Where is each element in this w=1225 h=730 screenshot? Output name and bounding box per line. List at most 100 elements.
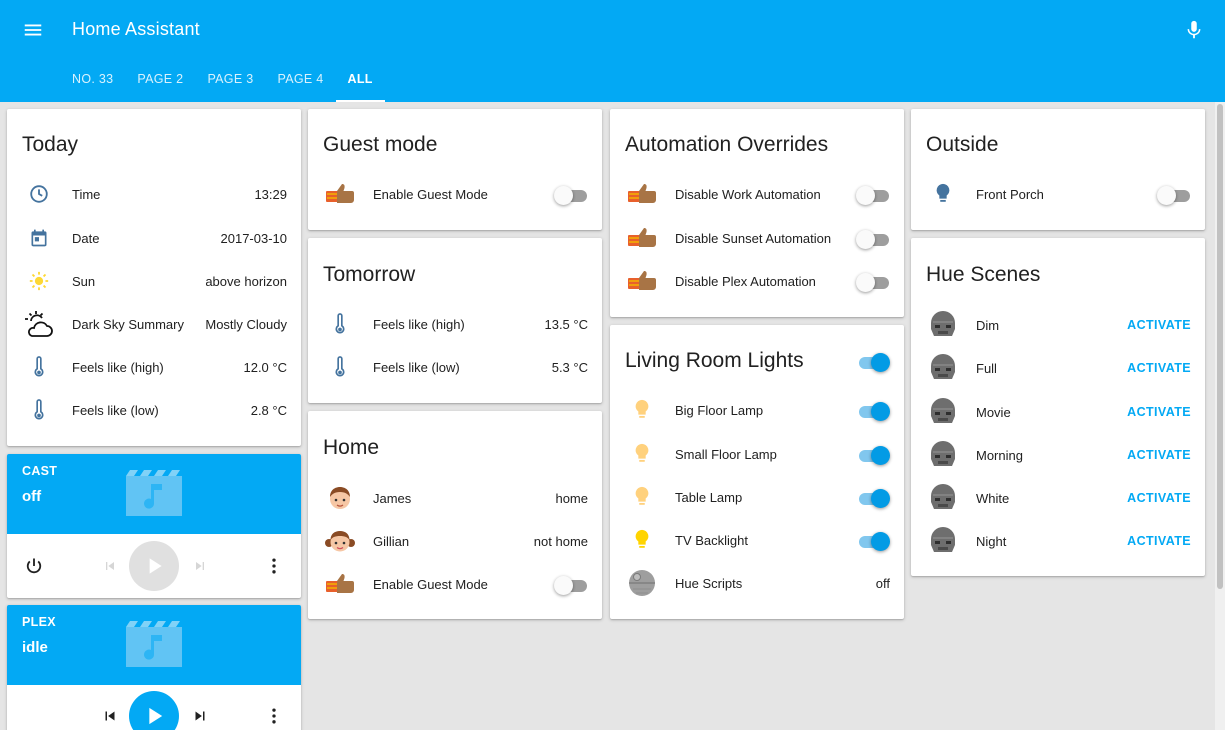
calendar-icon (22, 221, 56, 255)
tab-page-2[interactable]: PAGE 2 (125, 66, 195, 102)
entity-name: Enable Guest Mode (373, 576, 488, 592)
lightbulb-icon (625, 437, 659, 471)
work-automation-toggle[interactable] (856, 184, 890, 205)
entity-name: Disable Plex Automation (675, 273, 816, 289)
card-title: Outside (926, 133, 999, 156)
activate-button[interactable]: ACTIVATE (1127, 361, 1191, 375)
entity-state: above horizon (205, 273, 287, 289)
clock-icon (22, 177, 56, 211)
thumbs-up-icon (323, 177, 357, 211)
entity-state: 12.0 °C (243, 359, 287, 375)
activate-button[interactable]: ACTIVATE (1127, 405, 1191, 419)
menu-icon[interactable] (22, 19, 44, 41)
more-options-icon[interactable] (263, 704, 285, 728)
entity-state: 2.8 °C (250, 402, 287, 418)
plex-automation-toggle[interactable] (856, 271, 890, 292)
thermometer-icon (323, 350, 357, 384)
entity-name: Feels like (low) (72, 402, 159, 418)
entity-row-feels-high[interactable]: Feels like (high) 12.0 °C (7, 347, 301, 387)
entity-row-date[interactable]: Date 2017-03-10 (7, 218, 301, 258)
entity-name: Feels like (high) (72, 359, 164, 375)
tab-page-3[interactable]: PAGE 3 (195, 66, 265, 102)
home-card: Home James home Gillian not home Enable … (308, 411, 602, 619)
entity-row-feels-low[interactable]: Feels like (low) 2.8 °C (7, 390, 301, 430)
entity-row-james[interactable]: James home (308, 478, 602, 518)
previous-track-icon[interactable] (99, 704, 121, 728)
entity-row-front-porch[interactable]: Front Porch (911, 174, 1205, 214)
big-floor-lamp-toggle[interactable] (856, 400, 890, 421)
entity-row-gillian[interactable]: Gillian not home (308, 521, 602, 561)
helmet-icon (926, 395, 960, 429)
more-options-icon[interactable] (263, 554, 285, 578)
play-button[interactable] (129, 541, 179, 591)
thumbs-up-icon (625, 264, 659, 298)
lightbulb-icon (926, 177, 960, 211)
tv-backlight-toggle[interactable] (856, 530, 890, 551)
entity-state: not home (533, 533, 588, 549)
media-player-state: idle (22, 639, 48, 656)
table-lamp-toggle[interactable] (856, 487, 890, 508)
entity-row-dark-sky[interactable]: Dark Sky Summary Mostly Cloudy (7, 304, 301, 344)
guest-mode-toggle[interactable] (554, 184, 588, 205)
activate-button[interactable]: ACTIVATE (1127, 491, 1191, 505)
cast-media-card: CAST off (7, 454, 301, 598)
microphone-icon[interactable] (1183, 19, 1205, 41)
helmet-icon (926, 308, 960, 342)
card-title: Tomorrow (323, 263, 416, 286)
front-porch-toggle[interactable] (1157, 184, 1191, 205)
tab-page-4[interactable]: PAGE 4 (266, 66, 336, 102)
movie-music-icon (126, 621, 182, 667)
page-scrollbar[interactable] (1215, 102, 1225, 730)
entity-row-plex-automation[interactable]: Disable Plex Automation (610, 261, 904, 301)
death-star-icon (625, 566, 659, 600)
entity-name: Gillian (373, 533, 410, 549)
play-button[interactable] (129, 691, 179, 730)
entity-name: Hue Scripts (675, 575, 743, 591)
activate-button[interactable]: ACTIVATE (1127, 448, 1191, 462)
activate-button[interactable]: ACTIVATE (1127, 318, 1191, 332)
thermometer-icon (22, 393, 56, 427)
entity-name: White (976, 490, 1010, 506)
media-controls (7, 685, 301, 730)
tab-all[interactable]: ALL (335, 66, 385, 102)
thermometer-icon (22, 350, 56, 384)
entity-row-tv-backlight[interactable]: TV Backlight (610, 520, 904, 560)
entity-state: home (555, 490, 588, 506)
entity-row-small-floor-lamp[interactable]: Small Floor Lamp (610, 434, 904, 474)
scene-row-night: Night ACTIVATE (911, 521, 1205, 561)
next-track-icon[interactable] (189, 704, 211, 728)
entity-row-big-floor-lamp[interactable]: Big Floor Lamp (610, 390, 904, 430)
entity-row-guest-mode[interactable]: Enable Guest Mode (308, 174, 602, 214)
entity-row-table-lamp[interactable]: Table Lamp (610, 477, 904, 517)
entity-row-work-automation[interactable]: Disable Work Automation (610, 174, 904, 214)
small-floor-lamp-toggle[interactable] (856, 444, 890, 465)
sunset-automation-toggle[interactable] (856, 228, 890, 249)
entity-name: Date (72, 230, 100, 246)
entity-state: 13:29 (254, 186, 287, 202)
entity-state: off (875, 575, 890, 591)
entity-row-feels-high[interactable]: Feels like (high) 13.5 °C (308, 304, 602, 344)
scrollbar-thumb[interactable] (1217, 104, 1223, 589)
living-room-group-toggle[interactable] (856, 351, 890, 372)
card-title: Living Room Lights (625, 349, 804, 372)
entity-row-sunset-automation[interactable]: Disable Sunset Automation (610, 218, 904, 258)
entity-row-hue-scripts[interactable]: Hue Scripts off (610, 563, 904, 603)
guest-mode-card: Guest mode Enable Guest Mode (308, 109, 602, 230)
helmet-icon (926, 351, 960, 385)
entity-row-feels-low[interactable]: Feels like (low) 5.3 °C (308, 347, 602, 387)
entity-row-guest-mode[interactable]: Enable Guest Mode (308, 564, 602, 604)
entity-state: 2017-03-10 (220, 230, 288, 246)
entity-name: Time (72, 186, 101, 202)
entity-name: James (373, 490, 412, 506)
power-icon[interactable] (22, 554, 46, 578)
tab-no-33[interactable]: NO. 33 (60, 66, 125, 102)
entity-row-time[interactable]: Time 13:29 (7, 174, 301, 214)
guest-mode-toggle[interactable] (554, 574, 588, 595)
entity-row-sun[interactable]: Sun above horizon (7, 261, 301, 301)
avatar-gillian-icon (323, 524, 357, 558)
next-track-icon[interactable] (189, 554, 211, 578)
entity-name: Movie (976, 404, 1011, 420)
automation-overrides-card: Automation Overrides Disable Work Automa… (610, 109, 904, 317)
activate-button[interactable]: ACTIVATE (1127, 534, 1191, 548)
previous-track-icon[interactable] (99, 554, 121, 578)
